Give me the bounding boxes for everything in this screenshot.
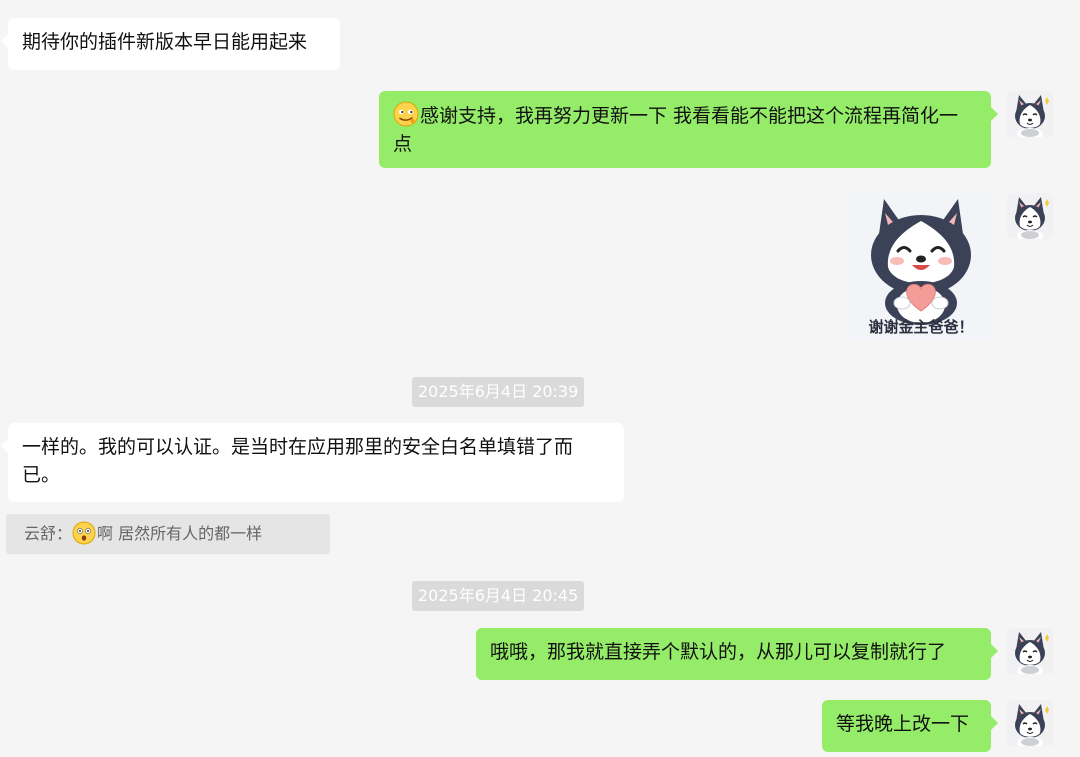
- husky-avatar-icon[interactable]: [1007, 700, 1053, 746]
- husky-avatar-icon[interactable]: [1007, 193, 1053, 239]
- quote-author: 云舒：: [24, 524, 73, 543]
- message-text: 期待你的插件新版本早日能用起来: [22, 31, 308, 53]
- message-bubble-incoming[interactable]: 期待你的插件新版本早日能用起来: [1, 18, 340, 70]
- message-text: 感谢支持，我再努力更新一下 我看看能不能把这个流程再简化一点: [393, 105, 959, 155]
- husky-avatar-icon[interactable]: [1007, 628, 1053, 674]
- message-bubble-outgoing[interactable]: 哦哦，那我就直接弄个默认的，从那儿可以复制就行了: [476, 628, 998, 680]
- quoted-message[interactable]: 云舒： 啊 居然所有人的都一样: [6, 514, 330, 554]
- sticker-caption: 谢谢金主爸爸！: [868, 318, 974, 336]
- message-bubble-outgoing[interactable]: 等我晚上改一下: [822, 700, 998, 752]
- message-text: 哦哦，那我就直接弄个默认的，从那儿可以复制就行了: [490, 641, 947, 663]
- sticker-image[interactable]: 谢谢金主爸爸！: [848, 193, 994, 341]
- message-bubble-incoming[interactable]: 一样的。我的可以认证。是当时在应用那里的安全白名单填错了而已。: [1, 423, 624, 502]
- smirk-emoji-icon: [393, 101, 419, 127]
- message-text: 等我晚上改一下: [836, 713, 970, 735]
- husky-avatar-icon[interactable]: [1007, 91, 1053, 137]
- surprised-emoji-icon: [72, 521, 96, 545]
- message-bubble-outgoing[interactable]: 感谢支持，我再努力更新一下 我看看能不能把这个流程再简化一点: [379, 91, 998, 168]
- message-text: 一样的。我的可以认证。是当时在应用那里的安全白名单填错了而已。: [22, 436, 574, 486]
- timestamp: 2025年6月4日 20:39: [412, 377, 585, 407]
- quote-text: 啊 居然所有人的都一样: [97, 524, 263, 543]
- timestamp: 2025年6月4日 20:45: [412, 581, 585, 611]
